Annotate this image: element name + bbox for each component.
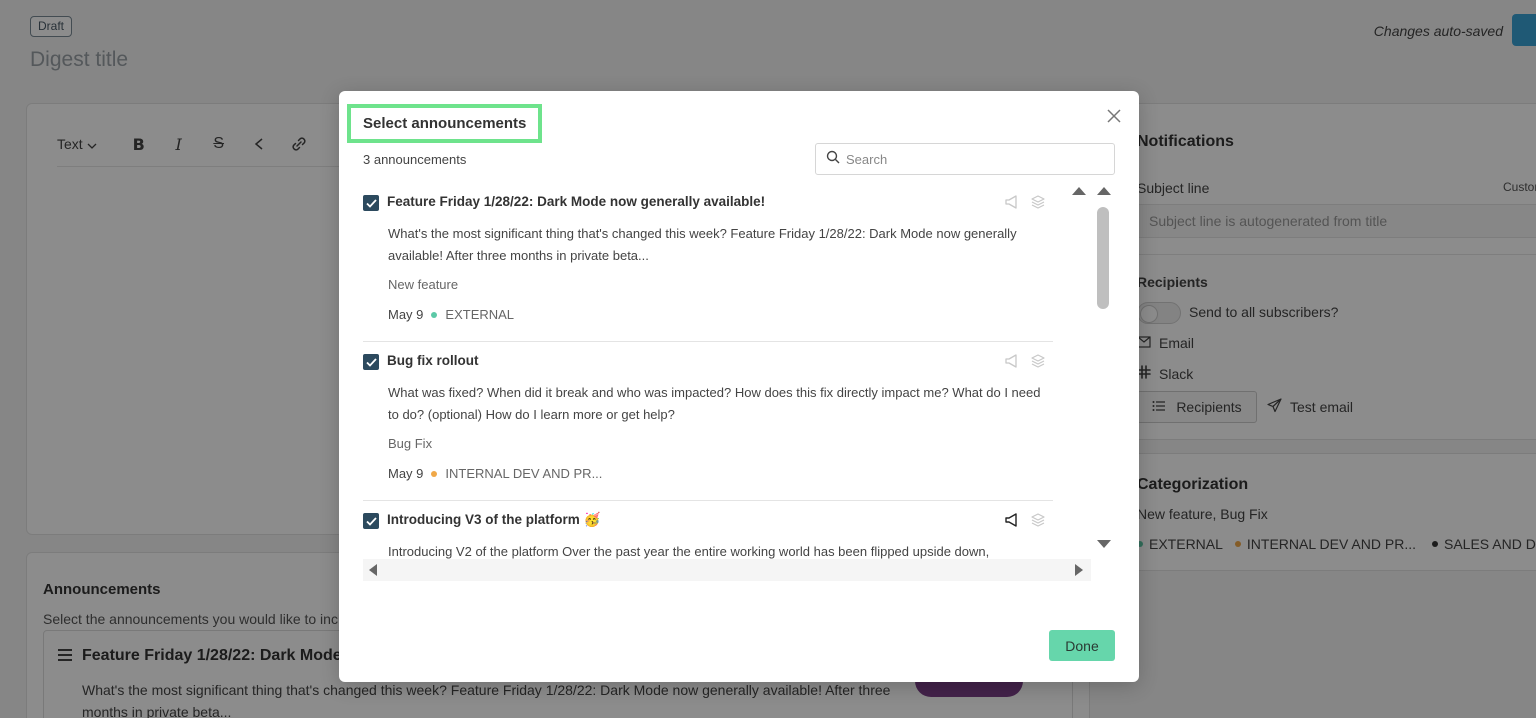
- announcement-list[interactable]: Feature Friday 1/28/22: Dark Mode now ge…: [363, 183, 1115, 581]
- layers-icon: [1031, 513, 1045, 532]
- vertical-scroll-thumb[interactable]: [1097, 207, 1109, 309]
- megaphone-icon: [1005, 513, 1021, 532]
- scroll-down-arrow-icon[interactable]: [1097, 540, 1111, 548]
- item-audience: EXTERNAL: [445, 307, 515, 322]
- item-meta: May 9 EXTERNAL: [388, 307, 514, 322]
- item-checkbox[interactable]: [363, 513, 379, 529]
- item-date: May 9: [388, 307, 424, 322]
- item-checkbox[interactable]: [363, 354, 379, 370]
- horizontal-scrollbar[interactable]: [363, 559, 1091, 581]
- item-icons: [1005, 354, 1045, 373]
- item-title: Feature Friday 1/28/22: Dark Mode now ge…: [387, 194, 766, 209]
- item-checkbox[interactable]: [363, 195, 379, 211]
- layers-icon: [1031, 195, 1045, 214]
- item-date: May 9: [388, 466, 424, 481]
- item-description: What's the most significant thing that's…: [388, 226, 1017, 263]
- item-icons: [1005, 195, 1045, 214]
- megaphone-icon: [1005, 354, 1021, 373]
- item-category: Bug Fix: [388, 436, 433, 451]
- search-icon: [826, 150, 840, 169]
- layers-icon: [1031, 354, 1045, 373]
- search-input[interactable]: [846, 151, 1096, 167]
- item-category: New feature: [388, 277, 459, 292]
- item-audience: INTERNAL DEV AND PR...: [445, 466, 603, 481]
- scroll-up-arrow-icon[interactable]: [1097, 187, 1111, 195]
- item-divider: [363, 500, 1053, 501]
- scroll-up-arrow-icon[interactable]: [1072, 187, 1086, 195]
- item-divider: [363, 341, 1053, 342]
- audience-dot: [431, 470, 438, 477]
- close-icon[interactable]: [1103, 105, 1125, 127]
- audience-dot: [431, 311, 438, 318]
- item-meta: May 9 INTERNAL DEV AND PR...: [388, 466, 602, 481]
- megaphone-icon: [1005, 195, 1021, 214]
- select-announcements-modal: Select announcements 3 announcements Fea…: [339, 91, 1139, 682]
- scroll-right-arrow-icon[interactable]: [1075, 564, 1083, 576]
- scroll-left-arrow-icon[interactable]: [369, 564, 377, 576]
- modal-title: Select announcements: [347, 104, 543, 143]
- item-description: What was fixed? When did it break and wh…: [388, 385, 1041, 422]
- item-icons: [1005, 513, 1045, 532]
- done-button[interactable]: Done: [1049, 630, 1115, 661]
- item-title: Introducing V3 of the platform 🥳: [387, 512, 601, 527]
- search-box[interactable]: [815, 143, 1115, 175]
- item-title: Bug fix rollout: [387, 353, 479, 368]
- announcement-count: 3 announcements: [363, 152, 467, 167]
